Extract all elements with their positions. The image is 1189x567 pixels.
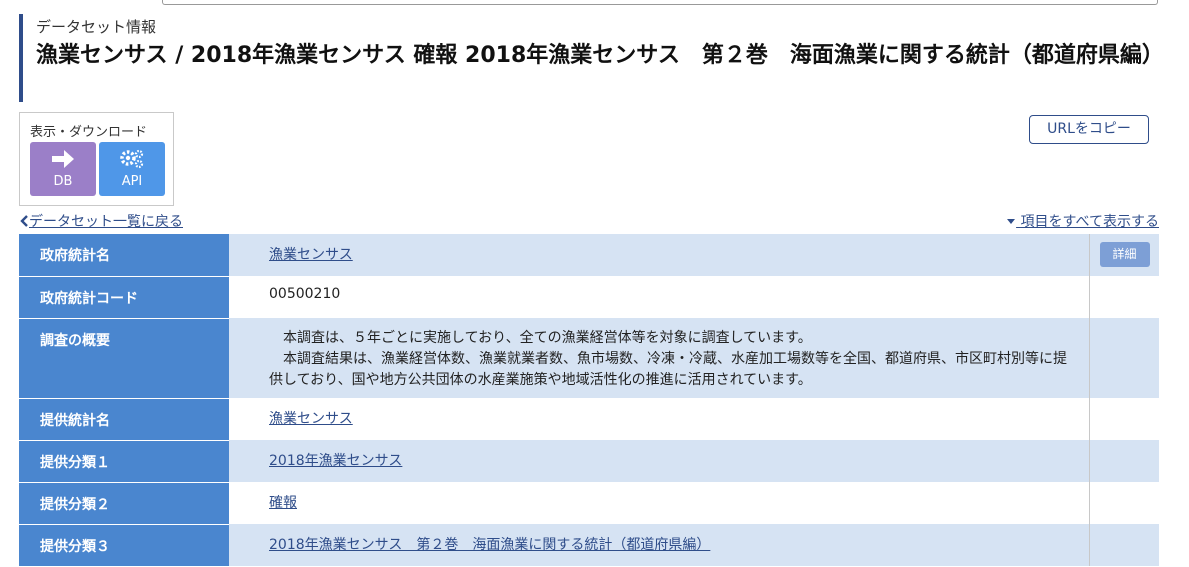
- show-all-items-link[interactable]: 項目をすべて表示する: [1006, 211, 1159, 231]
- download-panel-title: 表示・ダウンロード: [30, 125, 148, 140]
- category2-link[interactable]: 確報: [269, 495, 297, 511]
- category1-link[interactable]: 2018年漁業センサス: [269, 453, 402, 469]
- db-button[interactable]: DB: [30, 142, 96, 196]
- table-row: 政府統計コード 00500210: [19, 276, 1159, 319]
- section-label: データセット情報: [36, 18, 157, 36]
- stat-name-link[interactable]: 漁業センサス: [269, 247, 353, 263]
- table-row: 提供分類１ 2018年漁業センサス: [19, 440, 1159, 483]
- api-button[interactable]: API: [99, 142, 165, 196]
- gears-icon: [99, 148, 165, 172]
- db-button-label: DB: [53, 174, 73, 189]
- row-label: 政府統計コード: [19, 276, 229, 319]
- table-row: 提供統計名 漁業センサス: [19, 398, 1159, 441]
- chevron-left-icon: [20, 215, 28, 227]
- download-panel: 表示・ダウンロード DB API: [19, 112, 174, 206]
- dataset-header: データセット情報 漁業センサス / 2018年漁業センサス 確報 2018年漁業…: [19, 14, 1169, 102]
- row-label: 提供分類３: [19, 524, 229, 567]
- row-label: 提供分類２: [19, 482, 229, 525]
- api-button-label: API: [121, 174, 143, 189]
- provided-stat-link[interactable]: 漁業センサス: [269, 411, 353, 427]
- stat-code-value: 00500210: [229, 276, 1089, 318]
- row-label: 提供分類１: [19, 440, 229, 483]
- detail-button[interactable]: 詳細: [1099, 242, 1150, 267]
- search-area-frame: [162, 0, 1158, 5]
- show-all-label: 項目をすべて表示する: [1020, 214, 1159, 230]
- row-label: 調査の概要: [19, 318, 229, 399]
- back-to-dataset-list-link[interactable]: データセット一覧に戻る: [19, 211, 183, 231]
- row-label: 政府統計名: [19, 234, 229, 277]
- copy-url-button[interactable]: URLをコピー: [1029, 115, 1149, 144]
- row-label: 提供統計名: [19, 398, 229, 441]
- back-link-label: データセット一覧に戻る: [29, 214, 183, 230]
- arrow-right-icon: [30, 148, 96, 172]
- table-row: 政府統計名 漁業センサス 詳細: [19, 234, 1159, 277]
- table-row: 調査の概要 本調査は、５年ごとに実施しており、全ての漁業経営体等を対象に調査して…: [19, 318, 1159, 399]
- caret-down-icon: [1007, 219, 1016, 224]
- table-row: 提供分類３ 2018年漁業センサス 第２巻 海面漁業に関する統計（都道府県編）: [19, 524, 1159, 567]
- table-row: 提供分類２ 確報: [19, 482, 1159, 525]
- category3-link[interactable]: 2018年漁業センサス 第２巻 海面漁業に関する統計（都道府県編）: [269, 537, 710, 553]
- dataset-info-table: 政府統計名 漁業センサス 詳細 政府統計コード 00500210 調査の概要 本…: [19, 234, 1159, 567]
- page-title: 漁業センサス / 2018年漁業センサス 確報 2018年漁業センサス 第２巻 …: [36, 43, 1164, 68]
- survey-overview-value: 本調査は、５年ごとに実施しており、全ての漁業経営体等を対象に調査しています。 本…: [229, 318, 1089, 398]
